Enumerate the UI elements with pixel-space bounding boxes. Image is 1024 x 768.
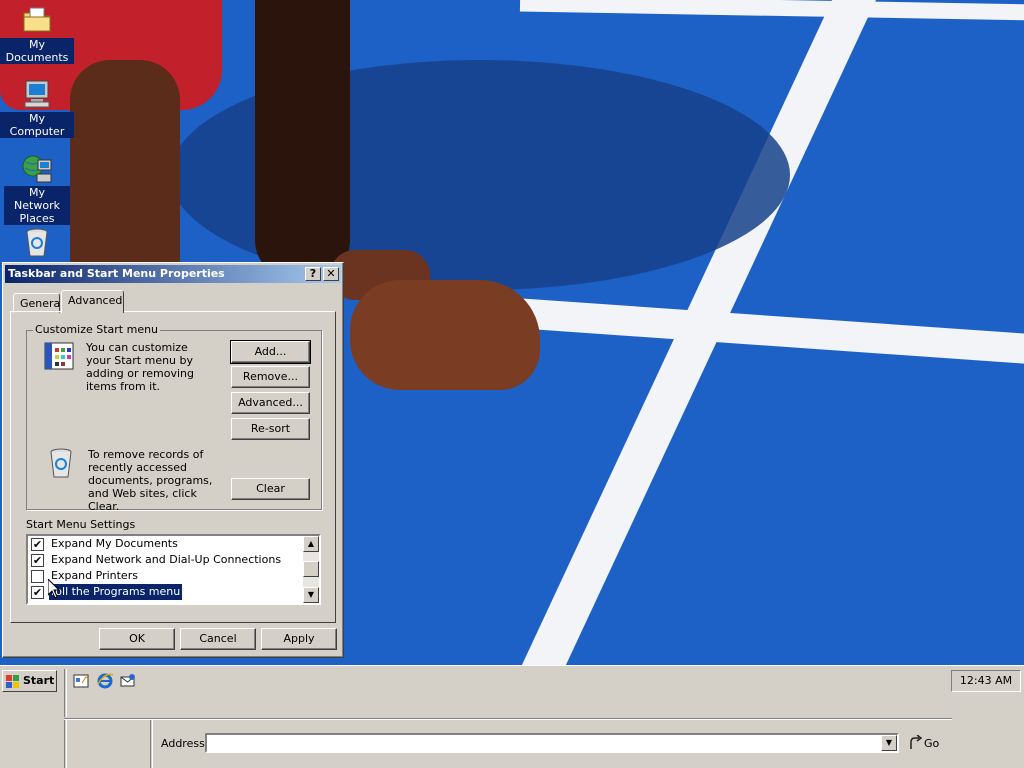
address-input[interactable]: ▼ [205,733,899,753]
start-button[interactable]: Start [2,670,57,692]
start-menu-customize-icon [43,340,77,374]
outlook-express-icon[interactable] [119,672,137,690]
recycle-bin-icon [21,226,53,258]
toolbar-row-divider [64,718,952,720]
resort-button[interactable]: Re-sort [231,418,310,440]
chevron-down-icon: ▼ [885,738,893,747]
list-item[interactable]: ✔ Expand Network and Dial-Up Connections [30,552,304,568]
address-dropdown-button[interactable]: ▼ [881,735,897,751]
clock-text: 12:43 AM [959,674,1013,687]
clear-description: To remove records of recently accessed d… [88,448,213,513]
close-button[interactable]: ✕ [323,267,339,281]
taskbar-divider [64,669,67,717]
list-item[interactable]: Expand Printers [30,568,304,584]
system-clock[interactable]: 12:43 AM [951,670,1021,692]
desktop-icon-label: My Documents [0,38,74,64]
go-button[interactable]: Go [908,733,942,753]
tab-general[interactable]: General [13,293,63,313]
address-toolbar-grip[interactable] [150,720,153,768]
track-line [519,0,1024,21]
desktop-icon-label: My Computer [0,112,74,138]
list-item[interactable]: ✔ Expand My Documents [30,536,304,552]
list-item[interactable]: ✔ roll the Programs menu [30,584,304,600]
go-label: Go [924,737,940,750]
customize-description: You can customize your Start menu by add… [86,341,194,393]
help-button[interactable]: ? [305,267,321,281]
taskbar: Start 12:43 AM Address ▼ Go [0,665,1024,768]
checkbox-expand-network[interactable]: ✔ [31,554,44,567]
checkbox-expand-printers[interactable] [31,570,44,583]
internet-explorer-icon[interactable] [96,672,114,690]
desktop-icon-label: My Network Places [4,186,70,225]
list-scrollbar[interactable]: ▲ ▼ [303,536,319,603]
scroll-up-button[interactable]: ▲ [303,536,319,552]
show-desktop-icon[interactable] [73,672,91,690]
recycle-bin-icon [45,446,77,480]
scroll-down-button[interactable]: ▼ [303,587,319,603]
athlete-arm [255,0,350,280]
athlete-hand [350,280,540,390]
network-icon [21,152,53,184]
desktop-icon-recycle-bin[interactable] [0,226,74,260]
toolbar-grip [64,720,67,768]
dialog-title: Taskbar and Start Menu Properties [8,267,225,280]
address-label: Address [161,737,205,750]
tab-advanced[interactable]: Advanced [61,290,124,313]
help-icon: ? [309,267,317,280]
add-button[interactable]: Add... [230,340,311,364]
dialog-titlebar[interactable]: Taskbar and Start Menu Properties ? ✕ [5,265,341,283]
checkbox-expand-my-documents[interactable]: ✔ [31,538,44,551]
folder-icon [21,4,53,36]
start-menu-settings-list[interactable]: ✔ Expand My Documents ✔ Expand Network a… [26,534,321,605]
desktop-icon-my-computer[interactable]: My Computer [0,78,74,138]
desktop-icon-my-network-places[interactable]: My Network Places [0,152,74,225]
checkbox-scroll-programs[interactable]: ✔ [31,586,44,599]
go-arrow-icon [910,735,922,749]
apply-button[interactable]: Apply [261,628,337,650]
mouse-pointer-icon [48,579,60,599]
customize-group-title: Customize Start menu [33,323,161,336]
computer-icon [21,78,53,110]
advanced-button[interactable]: Advanced... [231,392,310,414]
start-label: Start [23,674,55,687]
start-menu-settings-label: Start Menu Settings [26,518,136,531]
remove-button[interactable]: Remove... [231,366,310,388]
windows-logo-icon [6,675,19,688]
close-icon: ✕ [326,267,336,280]
cancel-button[interactable]: Cancel [180,628,256,650]
desktop-icon-my-documents[interactable]: My Documents [0,4,74,64]
clear-button[interactable]: Clear [231,478,310,500]
scroll-thumb[interactable] [303,561,319,577]
ok-button[interactable]: OK [99,628,175,650]
